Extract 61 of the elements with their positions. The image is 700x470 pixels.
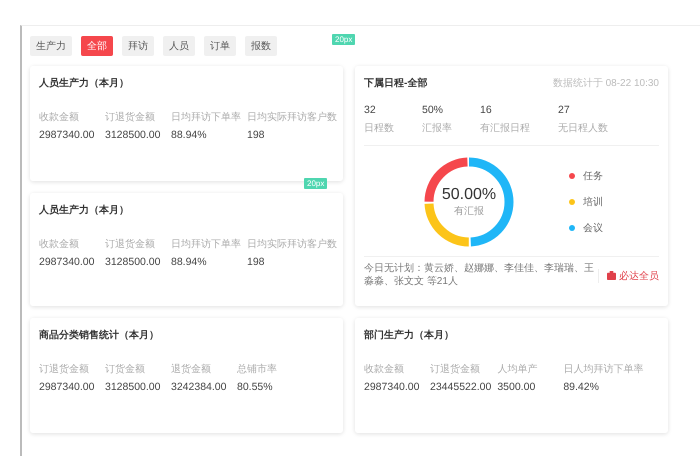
stat-value: 16: [480, 104, 493, 116]
stat-label: 无日程人数: [558, 122, 608, 135]
card-title: 下属日程-全部: [364, 76, 428, 90]
metric-label: 退货金额: [171, 362, 211, 376]
metric-label: 订退货金额: [105, 238, 155, 251]
spacing-marker: 20px: [332, 34, 356, 45]
donut-percentage: 50.00%: [442, 186, 496, 204]
metric-label: 日均拜访下单率: [171, 110, 241, 124]
card-title: 部门生产力（本月）: [364, 328, 455, 342]
stat-value: 32: [364, 104, 377, 116]
metric-value: 3242384.00: [171, 381, 226, 393]
metric-label: 订退货金额: [430, 362, 480, 376]
metric-label: 人均单产: [497, 362, 538, 376]
filter-tab[interactable]: 拜访: [122, 36, 154, 56]
timestamp: 数据统计于 08-22 10:30: [552, 76, 659, 90]
metric-value: 2987340.00: [39, 129, 94, 141]
metric-label: 日人均拜访下单率: [563, 362, 644, 376]
no-plan-list: 今日无计划：黄云娇、赵娜娜、李佳佳、李瑞瑞、王淼淼、张文文 等21人: [364, 263, 598, 288]
metric-value: 23445522.00: [430, 381, 492, 393]
metric-label: 订退货金额: [39, 362, 89, 376]
stat-label: 有汇报日程: [480, 122, 530, 135]
metric-label: 总铺市率: [237, 362, 277, 376]
metric-value: 2987340.00: [364, 381, 420, 393]
metric-label: 订退货金额: [105, 110, 155, 124]
legend-label: 任务: [583, 170, 603, 183]
card-title: 人员生产力（本月）: [39, 204, 130, 217]
stat-value: 27: [558, 104, 571, 116]
spacing-marker: 20px: [304, 178, 328, 189]
metric-value: 80.55%: [237, 381, 273, 393]
stat-label: 日程数: [364, 122, 394, 135]
metric-label: 收款金额: [39, 110, 79, 124]
filter-tab[interactable]: 全部: [81, 36, 113, 56]
metric-label: 日均实际拜访客户数: [247, 238, 337, 251]
metric-label: 日均拜访下单率: [171, 238, 241, 251]
metric-value: 3128500.00: [105, 381, 160, 393]
card-title: 商品分类销售统计（本月）: [39, 328, 160, 342]
metric-label: 收款金额: [364, 362, 404, 376]
metric-label: 订货金额: [105, 362, 145, 376]
metric-value: 198: [247, 256, 265, 268]
filter-tab[interactable]: 生产力: [30, 36, 72, 56]
stat-value: 50%: [422, 104, 444, 116]
card-title: 人员生产力（本月）: [39, 76, 130, 90]
legend-label: 培训: [583, 196, 603, 209]
donut-caption: 有汇报: [454, 204, 484, 218]
metric-value: 2987340.00: [39, 256, 94, 268]
metric-value: 3128500.00: [105, 129, 160, 141]
stat-label: 汇报率: [422, 122, 452, 135]
metric-label: 收款金额: [39, 238, 79, 251]
metric-value: 88.94%: [171, 256, 207, 268]
notify-all-button[interactable]: 必达全员: [598, 268, 659, 282]
metric-value: 89.42%: [563, 381, 599, 393]
metric-value: 3128500.00: [105, 256, 160, 268]
filter-tab[interactable]: 订单: [204, 36, 236, 56]
metric-value: 198: [247, 129, 265, 141]
metric-value: 2987340.00: [39, 381, 94, 393]
filter-tab[interactable]: 人员: [163, 36, 195, 56]
metric-value: 88.94%: [171, 129, 207, 141]
legend-label: 会议: [583, 222, 603, 235]
metric-value: 3500.00: [497, 381, 536, 393]
metric-label: 日均实际拜访客户数: [247, 110, 337, 124]
filter-tab[interactable]: 报数: [245, 36, 277, 56]
